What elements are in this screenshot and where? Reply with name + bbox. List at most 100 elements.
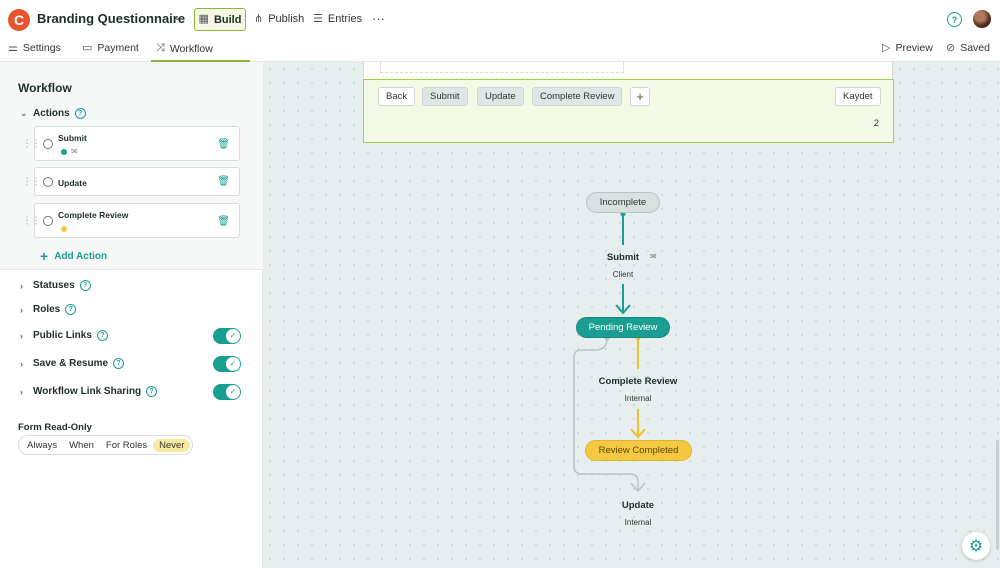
publish-tab[interactable]: ⋔ Publish (254, 13, 304, 25)
actions-section: ⌄ Actions ? ⋮⋮ Submit ✉ 🗑 ⋮⋮ Update 🗑 ⋮⋮… (0, 102, 263, 270)
list-icon: ☰ (313, 12, 323, 25)
actions-label: Actions (33, 108, 70, 119)
drag-handle-icon[interactable]: ⋮⋮ (22, 138, 41, 149)
read-only-option-never[interactable]: Never (153, 438, 191, 452)
action-node-update[interactable]: Update (608, 500, 668, 511)
gear-icon[interactable]: ⚙ (962, 532, 990, 560)
read-only-option-for-roles[interactable]: For Roles (100, 439, 153, 452)
chevron-right-icon: › (20, 386, 23, 397)
section-save-resume[interactable]: › Save & Resume ? (20, 358, 125, 369)
read-only-segmented-control: Always When For Roles Never (18, 435, 194, 455)
build-tab[interactable]: ▦ Build (194, 8, 246, 31)
section-label: Save & Resume (33, 358, 109, 369)
plus-icon: + (40, 248, 49, 264)
mail-icon: ✉ (71, 147, 78, 156)
settings-label: Settings (22, 42, 61, 54)
app-logo-icon[interactable]: C (8, 9, 30, 31)
form-title[interactable]: Branding Questionnaire (37, 11, 185, 26)
action-role-submit: Client (612, 270, 634, 279)
add-action-label: Add Action (54, 250, 108, 262)
trash-icon[interactable]: 🗑 (217, 216, 230, 227)
preview-button[interactable]: ▷ Preview (882, 42, 933, 54)
workflow-connectors (573, 211, 646, 493)
status-node-review-completed[interactable]: Review Completed (585, 440, 692, 461)
section-roles[interactable]: › Roles ? (20, 304, 77, 315)
sidebar-title: Workflow (18, 81, 72, 95)
action-card-update[interactable]: ⋮⋮ Update 🗑 (22, 167, 240, 196)
check-circle-icon: ⊘ (946, 41, 956, 54)
workflow-label: Workflow (169, 42, 213, 55)
top-bar: C Branding Questionnaire ⌄ ▦ Build ⋔ Pub… (0, 0, 1000, 38)
drag-handle-icon[interactable]: ⋮⋮ (22, 215, 41, 226)
help-icon[interactable]: ? (146, 386, 158, 397)
section-label: Public Links (33, 330, 92, 341)
action-node-complete-review[interactable]: Complete Review (588, 376, 688, 387)
action-node-submit[interactable]: Submit (593, 252, 653, 263)
tab-workflow[interactable]: ⤨ Workflow (151, 42, 250, 62)
canvas-scrollbar[interactable] (996, 440, 999, 550)
action-icon (43, 139, 53, 149)
chevron-down-icon: ⌄ (20, 108, 28, 118)
trash-icon[interactable]: 🗑 (217, 139, 230, 150)
action-card-complete-review[interactable]: ⋮⋮ Complete Review 🗑 (22, 203, 240, 238)
chevron-right-icon: › (20, 280, 23, 291)
public-links-toggle[interactable] (213, 328, 241, 344)
saved-indicator: ⊘ Saved (946, 42, 990, 54)
sliders-icon: ⚌ (8, 41, 18, 54)
section-label: Roles (33, 304, 61, 315)
mail-icon: ✉ (650, 252, 657, 261)
share-icon: ⋔ (254, 12, 264, 25)
build-label: Build (213, 13, 242, 26)
read-only-option-when[interactable]: When (63, 439, 100, 452)
trash-icon[interactable]: 🗑 (217, 176, 230, 187)
status-node-pending-review[interactable]: Pending Review (576, 317, 670, 338)
shuffle-icon: ⤨ (156, 42, 165, 54)
card-icon: ▭ (82, 41, 93, 54)
read-only-option-always[interactable]: Always (21, 439, 63, 452)
workflow-sidebar: Workflow ⌄ Actions ? ⋮⋮ Submit ✉ 🗑 ⋮⋮ Up… (0, 62, 263, 568)
play-icon: ▷ (882, 41, 891, 54)
section-workflow-link-sharing[interactable]: › Workflow Link Sharing ? (20, 386, 158, 397)
entries-tab[interactable]: ☰ Entries (313, 13, 362, 25)
saved-label: Saved (960, 42, 990, 54)
sidebar-header: Workflow (0, 62, 263, 102)
add-action-button[interactable]: + Add Action (40, 248, 107, 264)
help-icon[interactable]: ? (79, 280, 91, 291)
tab-settings[interactable]: ⚌ Settings (8, 42, 61, 54)
status-dot-yellow (61, 226, 67, 232)
workflow-canvas[interactable]: Back Submit Update Complete Review + Kay… (263, 62, 1000, 568)
chevron-right-icon: › (20, 358, 23, 369)
section-public-links[interactable]: › Public Links ? (20, 330, 108, 341)
section-label: Statuses (33, 280, 75, 291)
drag-handle-icon[interactable]: ⋮⋮ (22, 176, 41, 187)
action-name: Submit (58, 133, 87, 143)
help-icon[interactable]: ? (65, 304, 77, 315)
avatar[interactable] (973, 10, 991, 28)
more-menu-button[interactable]: ··· (372, 11, 385, 26)
help-icon[interactable]: ? (947, 12, 962, 27)
section-label: Workflow Link Sharing (33, 386, 142, 397)
sub-nav: ⚌ Settings ▭ Payment ⤨ Workflow ▷ Previe… (0, 38, 1000, 62)
grid-icon: ▦ (198, 13, 209, 25)
entries-label: Entries (327, 13, 363, 25)
action-card-submit[interactable]: ⋮⋮ Submit ✉ 🗑 (22, 126, 240, 161)
chevron-right-icon: › (20, 304, 23, 315)
section-statuses[interactable]: › Statuses ? (20, 280, 91, 291)
help-icon[interactable]: ? (96, 330, 108, 341)
action-icon (43, 177, 53, 187)
help-icon[interactable]: ? (113, 358, 125, 369)
action-role-update: Internal (624, 518, 652, 527)
preview-label: Preview (895, 42, 933, 54)
action-name: Update (58, 178, 87, 188)
actions-toggle[interactable]: ⌄ Actions ? (20, 108, 86, 119)
chevron-down-icon[interactable]: ⌄ (173, 12, 181, 23)
status-node-incomplete[interactable]: Incomplete (586, 192, 660, 213)
chevron-right-icon: › (20, 330, 23, 341)
help-icon[interactable]: ? (74, 108, 86, 119)
status-dot-teal (61, 149, 67, 155)
action-role-complete-review: Internal (624, 394, 652, 403)
workflow-link-sharing-toggle[interactable] (213, 384, 241, 400)
save-resume-toggle[interactable] (213, 356, 241, 372)
update-loop-connector (573, 337, 639, 490)
tab-payment[interactable]: ▭ Payment (82, 42, 139, 54)
